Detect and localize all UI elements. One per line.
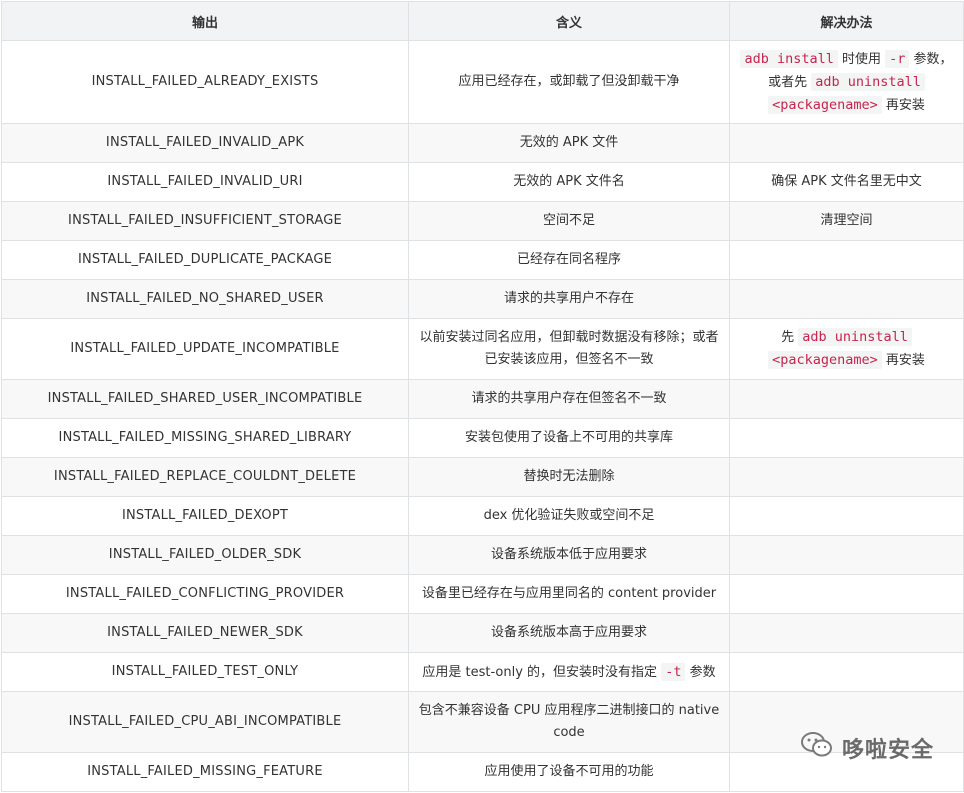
code-snippet: adb uninstall — [811, 72, 925, 91]
cell-solution — [729, 457, 964, 497]
cell-output: INSTALL_FAILED_INVALID_APK — [1, 123, 409, 163]
cell-text: 时使用 — [837, 51, 886, 67]
cell-text: 应用是 test-only 的，但安装时没有指定 — [422, 664, 662, 680]
code-snippet: adb install — [740, 49, 838, 68]
cell-output: INSTALL_FAILED_NO_SHARED_USER — [1, 279, 409, 319]
table-header: 输出 含义 解决办法 — [1, 1, 964, 41]
cell-text: 先 — [781, 330, 799, 345]
wechat-icon — [800, 731, 834, 765]
table-row: INSTALL_FAILED_TEST_ONLY 应用是 test-only 的，… — [1, 652, 964, 692]
cell-solution: 确保 APK 文件名里无中文 — [729, 162, 964, 202]
header-output: 输出 — [1, 1, 409, 41]
cell-meaning: 替换时无法删除 — [408, 457, 730, 497]
table-row: INSTALL_FAILED_INVALID_URI 无效的 APK 文件名 确保 … — [1, 162, 964, 202]
code-snippet: <packagename> — [768, 351, 882, 369]
cell-solution — [729, 279, 964, 319]
cell-meaning: 应用使用了设备不可用的功能 — [408, 752, 730, 792]
code-snippet: <packagename> — [768, 95, 882, 114]
table-row: INSTALL_FAILED_INSUFFICIENT_STORAGE 空间不足清… — [1, 201, 964, 241]
table-row: INSTALL_FAILED_UPDATE_INCOMPATIBLE 以前安装过同… — [1, 318, 964, 380]
table-row: INSTALL_FAILED_REPLACE_COULDNT_DELETE 替换时… — [1, 457, 964, 497]
cell-solution — [729, 379, 964, 419]
table-row: INSTALL_FAILED_CONFLICTING_PROVIDER 设备里已经… — [1, 574, 964, 614]
cell-output: INSTALL_FAILED_INVALID_URI — [1, 162, 409, 202]
cell-output: INSTALL_FAILED_DEXOPT — [1, 496, 409, 536]
cell-meaning: 空间不足 — [408, 201, 730, 241]
header-meaning: 含义 — [408, 1, 730, 41]
cell-meaning: 请求的共享用户不存在 — [408, 279, 730, 319]
cell-output: INSTALL_FAILED_MISSING_SHARED_LIBRARY — [1, 418, 409, 458]
cell-text: 再安装 — [881, 353, 925, 368]
cell-output: INSTALL_FAILED_TEST_ONLY — [1, 652, 409, 692]
watermark: 哆啦安全 — [800, 731, 934, 765]
cell-meaning: 设备系统版本高于应用要求 — [408, 613, 730, 653]
table-row: INSTALL_FAILED_INVALID_APK 无效的 APK 文件 — [1, 123, 964, 163]
cell-solution — [729, 535, 964, 575]
cell-text: 再安装 — [881, 97, 925, 113]
cell-solution — [729, 613, 964, 653]
cell-meaning: 包含不兼容设备 CPU 应用程序二进制接口的 native code — [408, 691, 730, 753]
cell-output: INSTALL_FAILED_ALREADY_EXISTS — [1, 40, 409, 124]
cell-meaning: 应用已经存在，或卸载了但没卸载干净 — [408, 40, 730, 124]
cell-output: INSTALL_FAILED_INSUFFICIENT_STORAGE — [1, 201, 409, 241]
cell-meaning: 设备里已经存在与应用里同名的 content provider — [408, 574, 730, 614]
cell-meaning: 应用是 test-only 的，但安装时没有指定 -t 参数 — [408, 652, 730, 692]
cell-output: INSTALL_FAILED_REPLACE_COULDNT_DELETE — [1, 457, 409, 497]
cell-meaning: 设备系统版本低于应用要求 — [408, 535, 730, 575]
cell-text: 参数 — [685, 664, 716, 680]
cell-meaning: 无效的 APK 文件名 — [408, 162, 730, 202]
cell-output: INSTALL_FAILED_SHARED_USER_INCOMPATIBLE — [1, 379, 409, 419]
cell-solution — [729, 496, 964, 536]
cell-meaning: 无效的 APK 文件 — [408, 123, 730, 163]
cell-solution: 清理空间 — [729, 201, 964, 241]
cell-meaning: 已经存在同名程序 — [408, 240, 730, 280]
cell-output: INSTALL_FAILED_NEWER_SDK — [1, 613, 409, 653]
table-body: INSTALL_FAILED_ALREADY_EXISTS 应用已经存在，或卸载了… — [1, 40, 964, 792]
header-solution: 解决办法 — [729, 1, 964, 41]
cell-solution — [729, 574, 964, 614]
cell-meaning: dex 优化验证失败或空间不足 — [408, 496, 730, 536]
cell-output: INSTALL_FAILED_MISSING_FEATURE — [1, 752, 409, 792]
cell-output: INSTALL_FAILED_DUPLICATE_PACKAGE — [1, 240, 409, 280]
code-snippet: -r — [885, 49, 910, 68]
cell-output: INSTALL_FAILED_UPDATE_INCOMPATIBLE — [1, 318, 409, 380]
watermark-text: 哆啦安全 — [841, 738, 934, 763]
cell-output: INSTALL_FAILED_OLDER_SDK — [1, 535, 409, 575]
cell-solution — [729, 418, 964, 458]
table-row: INSTALL_FAILED_OLDER_SDK 设备系统版本低于应用要求 — [1, 535, 964, 575]
cell-meaning: 以前安装过同名应用，但卸载时数据没有移除；或者已安装该应用，但签名不一致 — [408, 318, 730, 380]
table-row: INSTALL_FAILED_MISSING_SHARED_LIBRARY 安装包… — [1, 418, 964, 458]
table-row: INSTALL_FAILED_NO_SHARED_USER 请求的共享用户不存在 — [1, 279, 964, 319]
cell-solution: 先 adb uninstall <packagename> 再安装 — [729, 318, 964, 380]
cell-meaning: 安装包使用了设备上不可用的共享库 — [408, 418, 730, 458]
cell-meaning: 请求的共享用户存在但签名不一致 — [408, 379, 730, 419]
cell-output: INSTALL_FAILED_CONFLICTING_PROVIDER — [1, 574, 409, 614]
cell-solution — [729, 652, 964, 692]
code-snippet: adb uninstall — [798, 328, 912, 346]
table-row: INSTALL_FAILED_NEWER_SDK 设备系统版本高于应用要求 — [1, 613, 964, 653]
cell-solution — [729, 123, 964, 163]
table-row: INSTALL_FAILED_SHARED_USER_INCOMPATIBLE 请… — [1, 379, 964, 419]
table-row: INSTALL_FAILED_DUPLICATE_PACKAGE 已经存在同名程序 — [1, 240, 964, 280]
code-snippet: -t — [661, 662, 686, 681]
cell-output: INSTALL_FAILED_CPU_ABI_INCOMPATIBLE — [1, 691, 409, 753]
table-row: INSTALL_FAILED_DEXOPT dex 优化验证失败或空间不足 — [1, 496, 964, 536]
cell-solution — [729, 240, 964, 280]
cell-solution: adb install 时使用 -r 参数，或者先 adb uninstall … — [729, 40, 964, 124]
install-error-table: 输出 含义 解决办法 INSTALL_FAILED_ALREADY_EXISTS… — [1, 1, 964, 792]
table-row: INSTALL_FAILED_ALREADY_EXISTS 应用已经存在，或卸载了… — [1, 40, 964, 124]
